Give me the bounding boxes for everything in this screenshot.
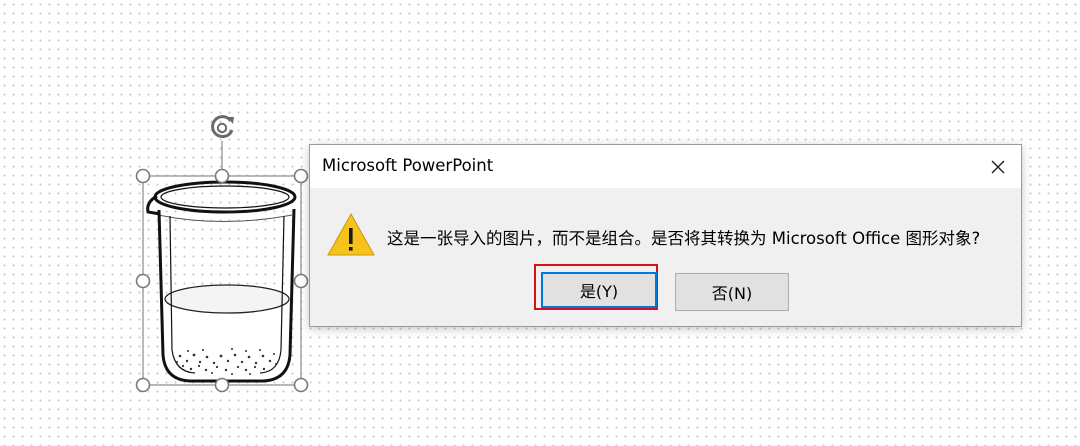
resize-handle-right[interactable] [293,273,309,289]
close-button[interactable] [975,145,1021,188]
yes-button[interactable]: 是(Y) [541,272,657,308]
convert-picture-dialog: Microsoft PowerPoint 这是一张导入的图片，而不是组合。是否将… [309,144,1022,327]
resize-handle-top-right[interactable] [293,168,309,184]
rotate-handle-icon[interactable] [211,115,234,139]
warning-icon [327,212,375,256]
no-button[interactable]: 否(N) [675,273,789,311]
beaker-image[interactable] [146,180,297,383]
close-icon [991,160,1005,173]
resize-handle-left[interactable] [135,273,151,289]
dialog-titlebar[interactable]: Microsoft PowerPoint [310,145,1021,188]
resize-handle-top-left[interactable] [135,168,151,184]
dialog-message: 这是一张导入的图片，而不是组合。是否将其转换为 Microsoft Office… [387,229,981,248]
resize-handle-bottom-right[interactable] [293,377,309,393]
dialog-title: Microsoft PowerPoint [322,156,494,175]
resize-handle-bottom[interactable] [214,377,230,393]
resize-handle-top[interactable] [214,168,230,184]
resize-handle-bottom-left[interactable] [135,377,151,393]
